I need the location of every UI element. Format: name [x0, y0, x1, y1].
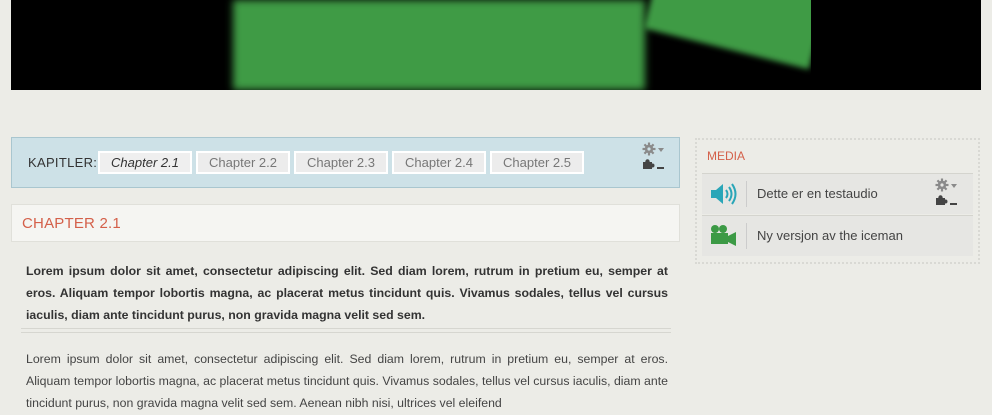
video-frame-green-shape	[643, 0, 829, 70]
chapters-label: KAPITLER:	[28, 155, 98, 170]
puzzle-icon[interactable]	[935, 194, 959, 206]
chapter-lead-paragraph: Lorem ipsum dolor sit amet, consectetur …	[26, 264, 668, 322]
media-item-label[interactable]: Dette er en testaudio	[757, 186, 878, 201]
gear-icon[interactable]	[935, 178, 959, 192]
chapter-tab-2-5[interactable]: Chapter 2.5	[490, 151, 584, 174]
media-item-separator	[746, 223, 747, 249]
video-player[interactable]	[11, 0, 981, 90]
chapter-title: CHAPTER 2.1	[22, 215, 121, 232]
chapter-tab-2-1[interactable]: Chapter 2.1	[98, 151, 192, 174]
video-camera-icon	[711, 225, 736, 246]
chapter-tab-2-4[interactable]: Chapter 2.4	[392, 151, 486, 174]
chapter-tab-2-2[interactable]: Chapter 2.2	[196, 151, 290, 174]
puzzle-icon[interactable]	[642, 158, 666, 170]
media-item-separator	[746, 181, 747, 207]
chapter-tab-2-3[interactable]: Chapter 2.3	[294, 151, 388, 174]
media-settings-menu[interactable]	[935, 178, 959, 206]
media-title: MEDIA	[707, 149, 746, 163]
chapter-header: CHAPTER 2.1	[11, 204, 680, 242]
chapter-body-paragraph: Lorem ipsum dolor sit amet, consectetur …	[26, 352, 668, 410]
content-divider	[21, 328, 671, 333]
media-item-audio[interactable]: Dette er en testaudio	[702, 173, 973, 214]
chapter-nav-bar: KAPITLER: Chapter 2.1 Chapter 2.2 Chapte…	[11, 137, 680, 188]
speaker-icon	[711, 183, 737, 205]
media-panel: MEDIA Dette er en testaudio Ny versjon a…	[695, 138, 980, 264]
video-frame-green	[233, 0, 645, 90]
media-item-label[interactable]: Ny versjon av the iceman	[757, 228, 903, 243]
media-item-video[interactable]: Ny versjon av the iceman	[702, 215, 973, 256]
gear-icon[interactable]	[642, 142, 666, 156]
video-frame-dark	[811, 0, 981, 90]
chapter-settings-menu[interactable]	[642, 142, 666, 170]
